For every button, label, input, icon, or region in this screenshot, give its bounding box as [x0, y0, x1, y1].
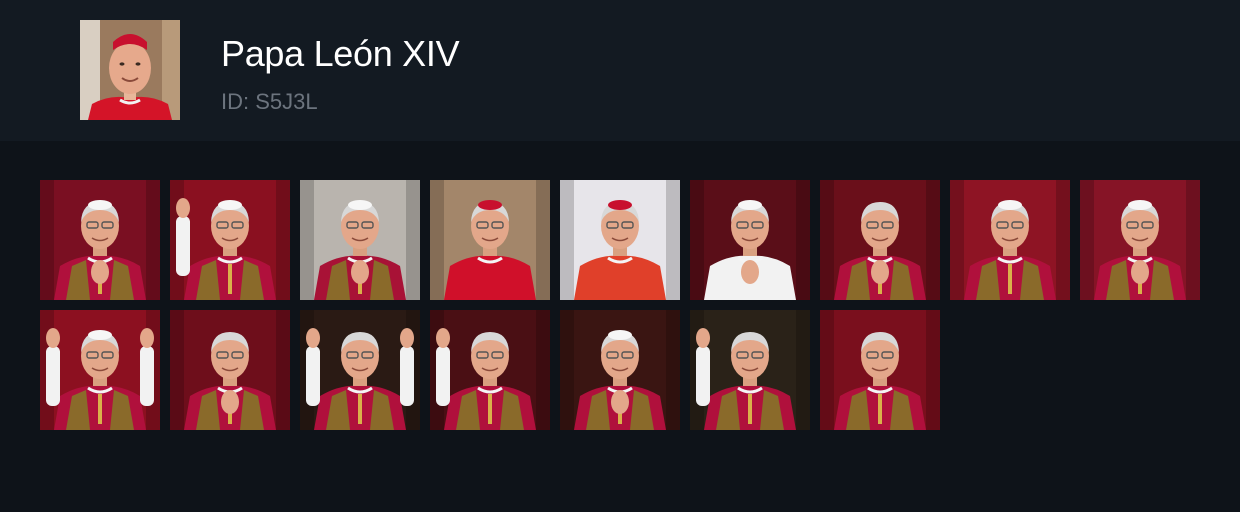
gallery-photo[interactable] [560, 310, 680, 430]
gallery-photo[interactable] [300, 310, 420, 430]
portrait-photo-icon [430, 310, 550, 430]
gallery-photo[interactable] [40, 310, 160, 430]
gallery-photo[interactable] [300, 180, 420, 300]
portrait-photo-icon [300, 310, 420, 430]
gallery-photo[interactable] [430, 180, 550, 300]
gallery-photo[interactable] [690, 180, 810, 300]
profile-name: Papa León XIV [221, 33, 460, 74]
portrait-photo-icon [690, 180, 810, 300]
portrait-photo-icon [690, 310, 810, 430]
gallery-photo[interactable] [950, 180, 1070, 300]
gallery-photo[interactable] [820, 180, 940, 300]
profile-header: Papa León XIV ID: S5J3L [0, 0, 1240, 141]
gallery-photo[interactable] [170, 310, 290, 430]
portrait-photo-icon [430, 180, 550, 300]
portrait-photo-icon [40, 310, 160, 430]
gallery-photo[interactable] [1080, 180, 1200, 300]
gallery-photo[interactable] [40, 180, 160, 300]
gallery-photo[interactable] [820, 310, 940, 430]
gallery-photo[interactable] [170, 180, 290, 300]
gallery-photo[interactable] [690, 310, 810, 430]
portrait-photo-icon [560, 180, 680, 300]
portrait-avatar-icon [80, 20, 180, 120]
portrait-photo-icon [300, 180, 420, 300]
portrait-photo-icon [1080, 180, 1200, 300]
gallery-photo[interactable] [430, 310, 550, 430]
portrait-photo-icon [170, 310, 290, 430]
gallery-photo[interactable] [560, 180, 680, 300]
portrait-photo-icon [560, 310, 680, 430]
portrait-photo-icon [820, 310, 940, 430]
portrait-photo-icon [820, 180, 940, 300]
portrait-photo-icon [170, 180, 290, 300]
profile-id: ID: S5J3L [221, 89, 318, 114]
portrait-photo-icon [950, 180, 1070, 300]
portrait-photo-icon [40, 180, 160, 300]
profile-avatar[interactable] [80, 20, 180, 120]
